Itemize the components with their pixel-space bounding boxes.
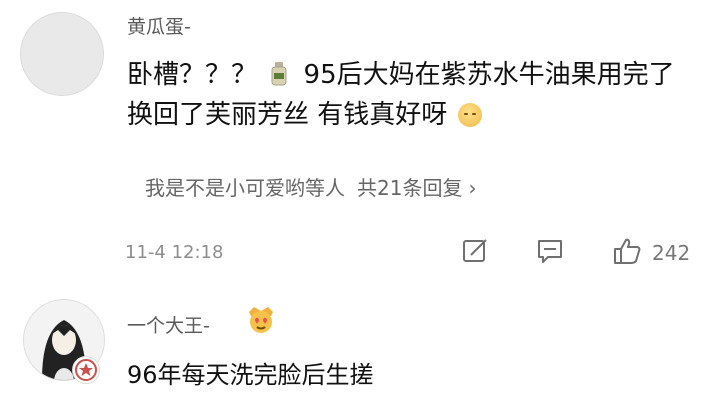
timestamp: 11-4 12:18 [125,242,224,263]
chevron-right-icon: › [468,176,477,200]
badge-icon [72,356,100,384]
like-count: 242 [652,241,691,265]
replies-users: 我是不是小可爱哟等人 [145,176,345,200]
replies-link[interactable]: 我是不是小可爱哟等人 共21条回复 › [145,172,476,201]
username[interactable]: 黄瓜蛋- [127,12,191,39]
like-icon[interactable] [611,235,643,267]
face-emoji [457,103,482,127]
avatar[interactable] [20,12,104,96]
comment-icon[interactable] [534,235,566,267]
username[interactable]: 一个大王- [127,311,210,338]
comment-text: 96年每天洗完脸后生搓 [127,361,374,389]
bottle-icon [271,62,287,86]
heart-eyes-crown-emoji [249,307,273,333]
comment-text-part1: 卧槽？？？ [127,60,258,90]
share-icon[interactable] [459,235,491,267]
comment-text: 卧槽？？？ 95后大妈在紫苏水牛油果用完了换回了芙丽芳丝 有钱真好呀 [127,55,687,135]
replies-count: 共21条回复 [357,176,463,200]
